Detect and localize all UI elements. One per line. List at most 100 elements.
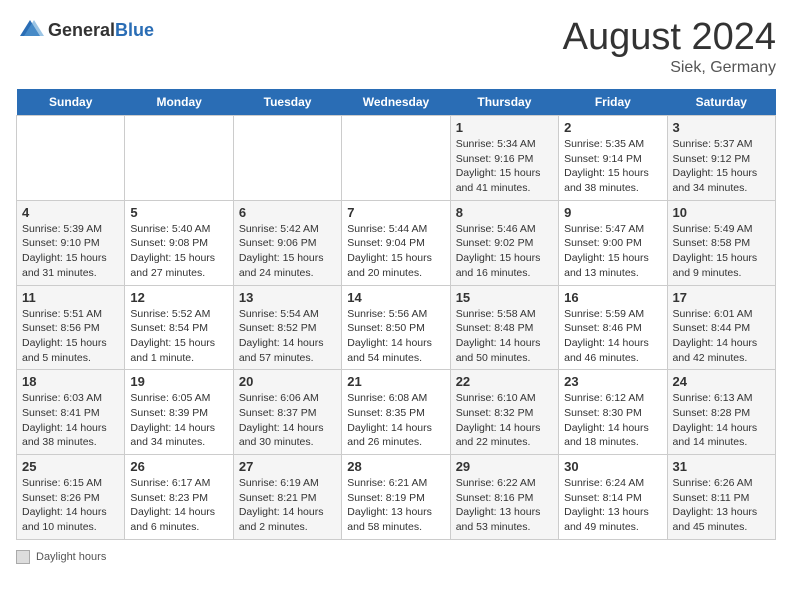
cell-daylight-info: Sunrise: 5:42 AMSunset: 9:06 PMDaylight:…	[239, 222, 336, 281]
calendar-cell: 8Sunrise: 5:46 AMSunset: 9:02 PMDaylight…	[450, 200, 558, 285]
calendar-cell: 21 Sunrise: 6:08 AMSunset: 8:35 PMDayligh…	[342, 370, 450, 455]
calendar-cell: 13Sunrise: 5:54 AMSunset: 8:52 PMDayligh…	[233, 285, 341, 370]
calendar-cell: 25Sunrise: 6:15 AMSunset: 8:26 PMDayligh…	[17, 455, 125, 540]
calendar-cell: 30 Sunrise: 6:24 AMSunset: 8:14 PMDayligh…	[559, 455, 667, 540]
calendar-cell	[125, 116, 233, 201]
calendar-cell: 5 Sunrise: 5:40 AMSunset: 9:08 PMDaylight…	[125, 200, 233, 285]
cell-date-number: 2	[564, 120, 661, 135]
cell-date-number: 6	[239, 205, 336, 220]
cell-daylight-info: Sunrise: 6:06 AMSunset: 8:37 PMDaylight:…	[239, 391, 336, 450]
cell-daylight-info: Sunrise: 6:24 AMSunset: 8:14 PMDaylight:…	[564, 476, 661, 535]
day-header-saturday: Saturday	[667, 89, 775, 116]
logo-text-blue: Blue	[115, 20, 154, 40]
cell-date-number: 20	[239, 374, 336, 389]
cell-daylight-info: Sunrise: 5:37 AMSunset: 9:12 PMDaylight:…	[673, 137, 770, 196]
calendar-week-row: 4Sunrise: 5:39 AMSunset: 9:10 PMDaylight…	[17, 200, 776, 285]
cell-date-number: 15	[456, 290, 553, 305]
calendar-week-row: 25Sunrise: 6:15 AMSunset: 8:26 PMDayligh…	[17, 455, 776, 540]
cell-daylight-info: Sunrise: 5:51 AMSunset: 8:56 PMDaylight:…	[22, 307, 119, 366]
day-header-sunday: Sunday	[17, 89, 125, 116]
calendar-cell	[233, 116, 341, 201]
cell-date-number: 22	[456, 374, 553, 389]
calendar-cell: 3Sunrise: 5:37 AMSunset: 9:12 PMDaylight…	[667, 116, 775, 201]
calendar-cell: 23 Sunrise: 6:12 AMSunset: 8:30 PMDayligh…	[559, 370, 667, 455]
cell-daylight-info: Sunrise: 6:26 AMSunset: 8:11 PMDaylight:…	[673, 476, 770, 535]
cell-daylight-info: Sunrise: 6:15 AMSunset: 8:26 PMDaylight:…	[22, 476, 119, 535]
location-subtitle: Siek, Germany	[563, 59, 776, 77]
cell-daylight-info: Sunrise: 6:19 AMSunset: 8:21 PMDaylight:…	[239, 476, 336, 535]
cell-date-number: 26	[130, 459, 227, 474]
cell-date-number: 14	[347, 290, 444, 305]
cell-date-number: 29	[456, 459, 553, 474]
day-header-tuesday: Tuesday	[233, 89, 341, 116]
day-header-wednesday: Wednesday	[342, 89, 450, 116]
cell-daylight-info: Sunrise: 5:39 AMSunset: 9:10 PMDaylight:…	[22, 222, 119, 281]
day-header-monday: Monday	[125, 89, 233, 116]
cell-date-number: 8	[456, 205, 553, 220]
calendar-cell: 7 Sunrise: 5:44 AMSunset: 9:04 PMDaylight…	[342, 200, 450, 285]
cell-date-number: 24	[673, 374, 770, 389]
day-header-friday: Friday	[559, 89, 667, 116]
cell-daylight-info: Sunrise: 5:44 AMSunset: 9:04 PMDaylight:…	[347, 222, 444, 281]
calendar-cell: 4Sunrise: 5:39 AMSunset: 9:10 PMDaylight…	[17, 200, 125, 285]
cell-date-number: 28	[347, 459, 444, 474]
cell-daylight-info: Sunrise: 5:52 AMSunset: 8:54 PMDaylight:…	[130, 307, 227, 366]
calendar-cell: 19Sunrise: 6:05 AMSunset: 8:39 PMDayligh…	[125, 370, 233, 455]
calendar-cell: 16 Sunrise: 5:59 AMSunset: 8:46 PMDayligh…	[559, 285, 667, 370]
cell-daylight-info: Sunrise: 6:22 AMSunset: 8:16 PMDaylight:…	[456, 476, 553, 535]
cell-date-number: 11	[22, 290, 119, 305]
cell-date-number: 17	[673, 290, 770, 305]
cell-date-number: 12	[130, 290, 227, 305]
calendar-cell: 15 Sunrise: 5:58 AMSunset: 8:48 PMDayligh…	[450, 285, 558, 370]
calendar-cell: 10Sunrise: 5:49 AMSunset: 8:58 PMDayligh…	[667, 200, 775, 285]
cell-daylight-info: Sunrise: 6:12 AMSunset: 8:30 PMDaylight:…	[564, 391, 661, 450]
cell-date-number: 31	[673, 459, 770, 474]
cell-date-number: 19	[130, 374, 227, 389]
calendar-week-row: 1 Sunrise: 5:34 AMSunset: 9:16 PMDaylight…	[17, 116, 776, 201]
cell-daylight-info: Sunrise: 6:21 AMSunset: 8:19 PMDaylight:…	[347, 476, 444, 535]
cell-date-number: 1	[456, 120, 553, 135]
calendar-footer: Daylight hours	[16, 550, 776, 564]
logo: GeneralBlue	[16, 16, 154, 44]
cell-date-number: 7	[347, 205, 444, 220]
calendar-cell: 29 Sunrise: 6:22 AMSunset: 8:16 PMDayligh…	[450, 455, 558, 540]
cell-date-number: 23	[564, 374, 661, 389]
page-header: GeneralBlue August 2024 Siek, Germany	[16, 16, 776, 77]
calendar-cell: 1 Sunrise: 5:34 AMSunset: 9:16 PMDaylight…	[450, 116, 558, 201]
cell-daylight-info: Sunrise: 5:34 AMSunset: 9:16 PMDaylight:…	[456, 137, 553, 196]
calendar-cell: 6 Sunrise: 5:42 AMSunset: 9:06 PMDaylight…	[233, 200, 341, 285]
calendar-cell: 20 Sunrise: 6:06 AMSunset: 8:37 PMDayligh…	[233, 370, 341, 455]
calendar-cell	[17, 116, 125, 201]
cell-date-number: 5	[130, 205, 227, 220]
cell-daylight-info: Sunrise: 6:17 AMSunset: 8:23 PMDaylight:…	[130, 476, 227, 535]
cell-daylight-info: Sunrise: 5:59 AMSunset: 8:46 PMDaylight:…	[564, 307, 661, 366]
calendar-cell: 18Sunrise: 6:03 AMSunset: 8:41 PMDayligh…	[17, 370, 125, 455]
cell-daylight-info: Sunrise: 6:01 AMSunset: 8:44 PMDaylight:…	[673, 307, 770, 366]
calendar-cell: 17 Sunrise: 6:01 AMSunset: 8:44 PMDayligh…	[667, 285, 775, 370]
calendar-cell: 11 Sunrise: 5:51 AMSunset: 8:56 PMDayligh…	[17, 285, 125, 370]
cell-daylight-info: Sunrise: 5:56 AMSunset: 8:50 PMDaylight:…	[347, 307, 444, 366]
cell-daylight-info: Sunrise: 6:10 AMSunset: 8:32 PMDaylight:…	[456, 391, 553, 450]
calendar-cell: 27Sunrise: 6:19 AMSunset: 8:21 PMDayligh…	[233, 455, 341, 540]
calendar-cell: 14 Sunrise: 5:56 AMSunset: 8:50 PMDayligh…	[342, 285, 450, 370]
cell-daylight-info: Sunrise: 5:47 AMSunset: 9:00 PMDaylight:…	[564, 222, 661, 281]
cell-daylight-info: Sunrise: 6:13 AMSunset: 8:28 PMDaylight:…	[673, 391, 770, 450]
calendar-cell: 2Sunrise: 5:35 AMSunset: 9:14 PMDaylight…	[559, 116, 667, 201]
cell-daylight-info: Sunrise: 6:08 AMSunset: 8:35 PMDaylight:…	[347, 391, 444, 450]
calendar-header-row: SundayMondayTuesdayWednesdayThursdayFrid…	[17, 89, 776, 116]
calendar-cell: 24 Sunrise: 6:13 AMSunset: 8:28 PMDayligh…	[667, 370, 775, 455]
logo-icon	[16, 16, 44, 44]
cell-date-number: 30	[564, 459, 661, 474]
calendar-cell: 31 Sunrise: 6:26 AMSunset: 8:11 PMDayligh…	[667, 455, 775, 540]
calendar-cell: 22 Sunrise: 6:10 AMSunset: 8:32 PMDayligh…	[450, 370, 558, 455]
month-year-title: August 2024	[563, 16, 776, 59]
cell-daylight-info: Sunrise: 5:40 AMSunset: 9:08 PMDaylight:…	[130, 222, 227, 281]
daylight-label: Daylight hours	[36, 551, 106, 563]
cell-daylight-info: Sunrise: 5:58 AMSunset: 8:48 PMDaylight:…	[456, 307, 553, 366]
cell-date-number: 9	[564, 205, 661, 220]
cell-date-number: 21	[347, 374, 444, 389]
cell-date-number: 13	[239, 290, 336, 305]
logo-text-general: General	[48, 20, 115, 40]
calendar-week-row: 18Sunrise: 6:03 AMSunset: 8:41 PMDayligh…	[17, 370, 776, 455]
cell-date-number: 16	[564, 290, 661, 305]
